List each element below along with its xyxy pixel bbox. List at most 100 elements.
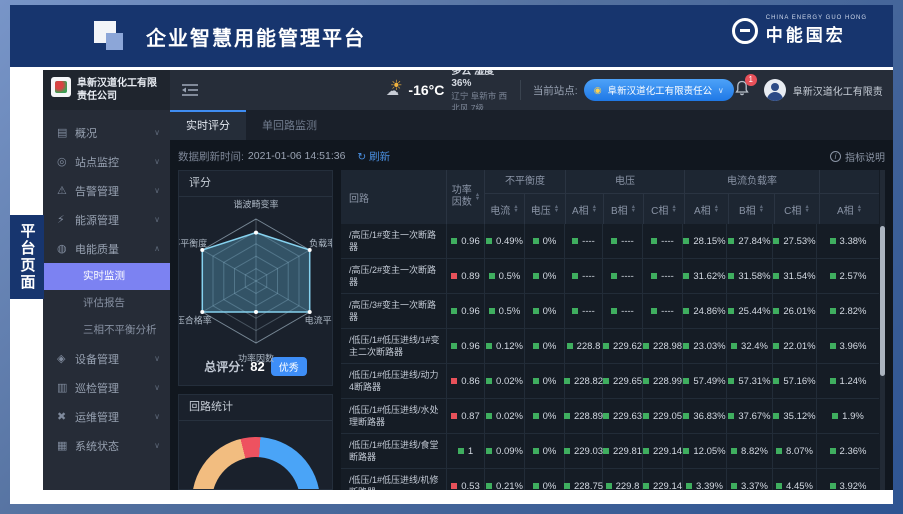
row-cells: 0.96 0.5% 0% ---- ---- ---- 24.86% 25.44… bbox=[447, 294, 879, 328]
sort-icon[interactable]: ▲▼ bbox=[475, 193, 480, 202]
column-header[interactable]: A相 ▲▼ bbox=[566, 194, 604, 224]
sort-icon[interactable]: ▲▼ bbox=[554, 205, 559, 214]
column-header[interactable]: A相 ▲▼ bbox=[685, 194, 729, 224]
circuit-name: /低压/1#低压进线/食堂断路器 bbox=[341, 434, 447, 468]
table-row[interactable]: /低压/1#低压进线/食堂断路器 1 0.09% 0% 229.03 229.8… bbox=[341, 434, 879, 469]
table-row[interactable]: /高压/3#变主一次断路器 0.96 0.5% 0% ---- ---- ---… bbox=[341, 294, 879, 329]
circuit-name: /高压/1#变主一次断路器 bbox=[341, 224, 447, 258]
circuit-donut-chart bbox=[192, 437, 320, 490]
platform-page-tag: 平台页面 bbox=[10, 215, 44, 299]
cell-value: 0.12% bbox=[496, 341, 523, 352]
sidebar-submenu-item[interactable]: 评估报告 bbox=[43, 290, 170, 317]
chevron-icon: ∨ bbox=[154, 186, 160, 195]
chevron-icon: ∨ bbox=[154, 128, 160, 137]
column-header[interactable]: 电流 ▲▼ bbox=[485, 194, 525, 224]
sort-icon[interactable]: ▲▼ bbox=[592, 205, 597, 214]
column-header[interactable]: B相 ▲▼ bbox=[604, 194, 644, 224]
sort-icon[interactable]: ▲▼ bbox=[804, 205, 809, 214]
table-row[interactable]: /低压/1#低压进线/水处理断路器 0.87 0.02% 0% 228.89 2… bbox=[341, 399, 879, 434]
refresh-button[interactable]: ↻ 刷新 bbox=[357, 149, 390, 164]
table-row[interactable]: /低压/1#低压进线/动力4断路器 0.86 0.02% 0% 228.82 2… bbox=[341, 364, 879, 399]
cell-value: 31.62% bbox=[693, 271, 725, 282]
table-cell: 36.83% bbox=[683, 399, 727, 433]
column-header[interactable]: A相 ▲▼ bbox=[820, 194, 879, 224]
cell-value: 0.49% bbox=[496, 236, 523, 247]
column-group: A相 ▲▼ bbox=[820, 170, 879, 224]
radar-axis-label: 负载率 bbox=[309, 236, 333, 249]
notification-bell[interactable]: 1 bbox=[734, 80, 750, 101]
status-dot bbox=[451, 343, 457, 349]
table-row[interactable]: /低压/1#低压进线/1#变主二次断路器 0.96 0.12% 0% 228.8… bbox=[341, 329, 879, 364]
status-dot bbox=[643, 343, 649, 349]
sidebar-menu-item[interactable]: ◎ 站点监控 ∨ bbox=[43, 147, 170, 176]
table-cell: 57.31% bbox=[727, 364, 773, 398]
sort-icon[interactable]: ▲▼ bbox=[714, 205, 719, 214]
table-row[interactable]: /高压/2#变主一次断路器 0.89 0.5% 0% ---- ---- ---… bbox=[341, 259, 879, 294]
refresh-time-label: 数据刷新时间: bbox=[178, 149, 244, 164]
sort-icon[interactable]: ▲▼ bbox=[857, 205, 862, 214]
table-row[interactable]: /高压/1#变主一次断路器 0.96 0.49% 0% ---- ---- --… bbox=[341, 224, 879, 259]
table-cell: 0% bbox=[525, 434, 565, 468]
status-dot bbox=[776, 448, 782, 454]
cell-value: 229.65 bbox=[613, 376, 642, 387]
submenu-item-label: 实时监测 bbox=[83, 270, 125, 282]
status-dot bbox=[643, 413, 649, 419]
sort-icon[interactable]: ▲▼ bbox=[513, 205, 518, 214]
table-cell: 0.87 bbox=[447, 399, 485, 433]
sort-icon[interactable]: ▲▼ bbox=[671, 205, 676, 214]
sort-icon[interactable]: ▲▼ bbox=[631, 205, 636, 214]
indicator-help-link[interactable]: i 指标说明 bbox=[830, 149, 885, 164]
sidebar-submenu-item[interactable]: 实时监测 bbox=[43, 263, 170, 290]
table-cell: 8.07% bbox=[773, 434, 817, 468]
sidebar-menu-item[interactable]: ◈ 设备管理 ∨ bbox=[43, 344, 170, 373]
table-cell: 228.99 bbox=[643, 364, 683, 398]
sidebar-menu-item[interactable]: ⚡ 能源管理 ∨ bbox=[43, 205, 170, 234]
tab[interactable]: 单回路监测 bbox=[246, 110, 333, 140]
column-header[interactable]: B相 ▲▼ bbox=[729, 194, 775, 224]
table-cell: 229.8 bbox=[603, 469, 643, 490]
column-header[interactable]: C相 ▲▼ bbox=[644, 194, 684, 224]
brand-name: 中能国宏 bbox=[766, 21, 867, 46]
column-header[interactable]: C相 ▲▼ bbox=[775, 194, 819, 224]
sidebar-menu-item[interactable]: ▤ 概况 ∨ bbox=[43, 118, 170, 147]
status-dot bbox=[830, 238, 836, 244]
table-cell: ---- bbox=[603, 224, 643, 258]
table-cell: 229.05 bbox=[643, 399, 683, 433]
site-select-dropdown[interactable]: ◉ 阜新汉道化工有限责任公司 ∨ bbox=[584, 79, 734, 101]
tab[interactable]: 实时评分 bbox=[170, 110, 246, 140]
radar-axis-label: 谐波畸变率 bbox=[233, 198, 278, 211]
energy-icon: ⚡ bbox=[57, 213, 75, 226]
sidebar-submenu-item[interactable]: 三相不平衡分析 bbox=[43, 317, 170, 344]
table-cell: 0.5% bbox=[485, 259, 525, 293]
banner-title: 企业智慧用能管理平台 bbox=[146, 22, 366, 51]
cell-value: 228.82 bbox=[574, 376, 603, 387]
radar-axis-label: 不平衡度 bbox=[178, 236, 207, 249]
menu-item-label: 巡检管理 bbox=[75, 380, 154, 396]
sidebar-menu-item[interactable]: ⚠ 告警管理 ∨ bbox=[43, 176, 170, 205]
status-dot bbox=[728, 378, 734, 384]
table-scrollbar-thumb[interactable] bbox=[880, 226, 885, 376]
table-cell: 0.49% bbox=[485, 224, 525, 258]
cell-value: 228.99 bbox=[653, 376, 682, 387]
sort-icon[interactable]: ▲▼ bbox=[759, 205, 764, 214]
table-cell: 3.37% bbox=[727, 469, 773, 490]
table-row[interactable]: /低压/1#低压进线/机修断路器 0.53 0.21% 0% 228.75 22… bbox=[341, 469, 879, 490]
cell-value: 31.54% bbox=[783, 271, 815, 282]
tab-bar: 实时评分 单回路监测 bbox=[170, 110, 893, 140]
sidebar-collapse-icon[interactable] bbox=[182, 84, 198, 96]
status-dot bbox=[611, 273, 617, 279]
cell-value: 229.03 bbox=[574, 446, 603, 457]
table-cell: ---- bbox=[643, 294, 683, 328]
weather-widget: ☀☁ -16°C 多云 湿度36% 辽宁 阜新市 西北风 7级 bbox=[386, 70, 508, 114]
sidebar-menu-item[interactable]: ◍ 电能质量 ∧ bbox=[43, 234, 170, 263]
sidebar-menu-item[interactable]: ▦ 系统状态 ∨ bbox=[43, 431, 170, 460]
column-header[interactable]: 电压 ▲▼ bbox=[525, 194, 565, 224]
column-header-power-factor[interactable]: 功率因数 ▲▼ bbox=[447, 170, 485, 224]
status-dot bbox=[451, 413, 457, 419]
main-area: ☀☁ -16°C 多云 湿度36% 辽宁 阜新市 西北风 7级 当前站点: ◉ … bbox=[170, 70, 893, 490]
sidebar-menu-item[interactable]: ▥ 巡检管理 ∨ bbox=[43, 373, 170, 402]
sidebar-menu-item[interactable]: ✖ 运维管理 ∨ bbox=[43, 402, 170, 431]
user-avatar[interactable] bbox=[764, 79, 786, 101]
menu-item-label: 系统状态 bbox=[75, 438, 154, 454]
status-dot bbox=[830, 308, 836, 314]
